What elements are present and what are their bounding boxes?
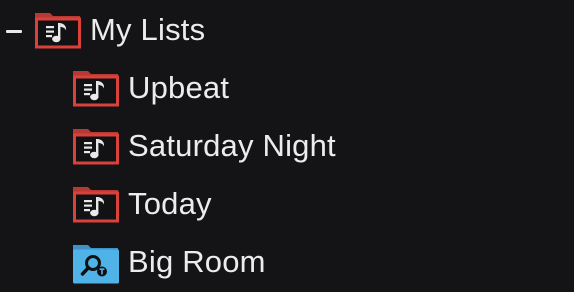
playlist-folder-icon [73,71,119,107]
tree-node-label: Big Room [128,244,266,279]
tree-node-saturday-night[interactable]: Saturday Night [70,123,336,169]
tree-node-label: My Lists [90,12,206,47]
tree-node-big-room[interactable]: Big Room [70,239,266,285]
tree-node-label: Today [128,186,212,221]
playlist-folder-icon [73,129,119,165]
tree-node-today[interactable]: Today [70,181,212,227]
playlist-folder-icon [35,13,81,49]
tree-node-label: Saturday Night [128,128,336,163]
playlist-tree: My Lists Upbeat Saturday Night Today Big… [0,0,574,292]
playlist-folder-icon [73,187,119,223]
tree-node-label: Upbeat [128,70,230,105]
tree-node-my-lists[interactable]: My Lists [32,7,205,53]
smart-search-folder-icon [73,245,119,284]
collapse-toggle-icon[interactable] [6,30,22,33]
tree-node-upbeat[interactable]: Upbeat [70,65,229,111]
